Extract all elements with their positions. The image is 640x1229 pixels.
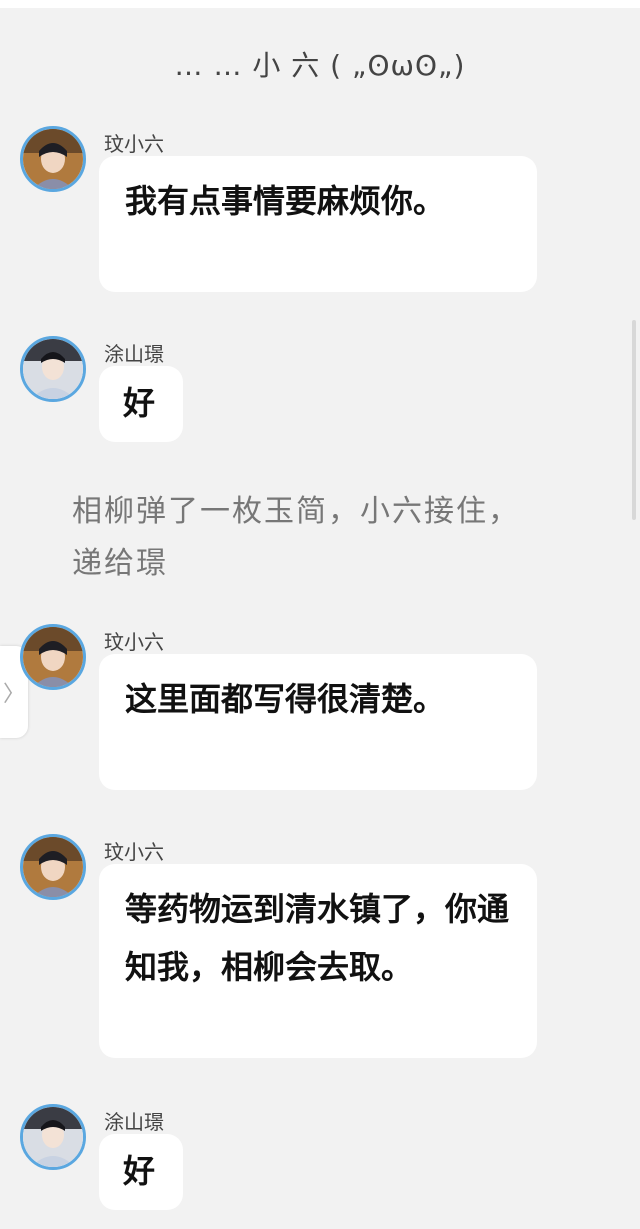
sender-name: 涂山璟 <box>104 1110 164 1134</box>
avatar-tushanjing-icon <box>23 1107 83 1167</box>
sender-name: 玟小六 <box>104 630 164 654</box>
sender-name: 涂山璟 <box>104 342 164 366</box>
narration-text: 相柳弹了一枚玉简，小六接住，递给璟 <box>72 494 520 581</box>
top-strip <box>0 0 640 8</box>
chevron-right-icon: 〉 <box>2 682 25 707</box>
message-bubble[interactable]: 好 <box>99 366 183 442</box>
avatar-xiaoliu-icon <box>23 627 83 687</box>
message-bubble[interactable]: 这里面都写得很清楚。 <box>99 654 537 790</box>
avatar-xiaoliu-icon <box>23 129 83 189</box>
message-bubble[interactable]: 我有点事情要麻烦你。 <box>99 156 537 292</box>
avatar[interactable] <box>20 624 86 690</box>
avatar-tushanjing-icon <box>23 339 83 399</box>
avatar[interactable] <box>20 126 86 192</box>
message-bubble[interactable]: 等药物运到清水镇了，你通知我，相柳会去取。 <box>99 864 537 1058</box>
chat-title: … … 小 六 ( „ʘωʘ„) <box>174 49 466 82</box>
avatar[interactable] <box>20 1104 86 1170</box>
sender-name: 玟小六 <box>104 840 164 864</box>
avatar[interactable] <box>20 834 86 900</box>
avatar[interactable] <box>20 336 86 402</box>
avatar-xiaoliu-icon <box>23 837 83 897</box>
scrollbar[interactable] <box>632 320 636 520</box>
sender-name: 玟小六 <box>104 132 164 156</box>
message-bubble[interactable]: 好 <box>99 1134 183 1210</box>
